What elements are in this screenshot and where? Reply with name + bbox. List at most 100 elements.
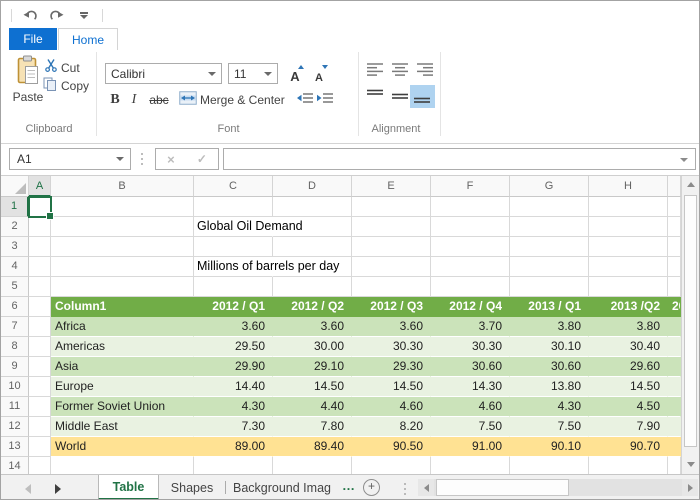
horizontal-scrollbar-thumb[interactable]	[436, 479, 569, 496]
cell-A6[interactable]	[29, 297, 51, 317]
col-header-F[interactable]: F	[431, 176, 510, 197]
cell-D8[interactable]: 30.00	[273, 337, 352, 357]
cell-B2[interactable]	[51, 217, 194, 237]
cell-E14[interactable]	[352, 457, 431, 474]
cell-B7[interactable]: Africa	[51, 317, 194, 337]
cell-D5[interactable]	[273, 277, 352, 297]
cell-F4[interactable]	[431, 257, 510, 277]
fill-handle[interactable]	[46, 212, 54, 220]
cell-H12[interactable]: 7.90	[589, 417, 668, 437]
cell-C12[interactable]: 7.30	[194, 417, 273, 437]
cell-I4[interactable]	[668, 257, 681, 277]
cell-H6[interactable]: 2013 /Q2	[589, 297, 668, 317]
decrease-font-size-button[interactable]: A	[308, 63, 330, 84]
cell-F2[interactable]	[431, 217, 510, 237]
cell-A10[interactable]	[29, 377, 51, 397]
cell-E5[interactable]	[352, 277, 431, 297]
cell-A9[interactable]	[29, 357, 51, 377]
font-size-combobox[interactable]: 11	[228, 63, 278, 84]
enter-icon[interactable]: ✓	[197, 152, 207, 166]
cell-G14[interactable]	[510, 457, 589, 474]
cell-G2[interactable]	[510, 217, 589, 237]
row-header-9[interactable]: 9	[1, 357, 29, 377]
cell-B11[interactable]: Former Soviet Union	[51, 397, 194, 417]
paste-button[interactable]: Paste	[9, 55, 47, 119]
cell-F14[interactable]	[431, 457, 510, 474]
middle-align-button[interactable]	[392, 89, 409, 104]
cell-I9[interactable]	[668, 357, 681, 377]
scroll-right-icon[interactable]	[682, 479, 698, 496]
cell-E7[interactable]: 3.60	[352, 317, 431, 337]
cell-G1[interactable]	[510, 197, 589, 217]
merge-and-center-button[interactable]: Merge & Center	[179, 89, 288, 111]
cell-C11[interactable]: 4.30	[194, 397, 273, 417]
cell-H9[interactable]: 29.60	[589, 357, 668, 377]
col-header-G[interactable]: G	[510, 176, 589, 197]
cell-D3[interactable]	[273, 237, 352, 257]
expand-formula-bar-icon[interactable]	[680, 158, 688, 162]
cell-G12[interactable]: 7.50	[510, 417, 589, 437]
cell-I11[interactable]	[668, 397, 681, 417]
cell-H7[interactable]: 3.80	[589, 317, 668, 337]
cell-G7[interactable]: 3.80	[510, 317, 589, 337]
row-header-10[interactable]: 10	[1, 377, 29, 397]
cell-E11[interactable]: 4.60	[352, 397, 431, 417]
cell-D6[interactable]: 2012 / Q2	[273, 297, 352, 317]
cell-I8[interactable]	[668, 337, 681, 357]
cell-A5[interactable]	[29, 277, 51, 297]
cell-F12[interactable]: 7.50	[431, 417, 510, 437]
cell-C7[interactable]: 3.60	[194, 317, 273, 337]
cell-G11[interactable]: 4.30	[510, 397, 589, 417]
row-header-13[interactable]: 13	[1, 437, 29, 457]
cell-C2[interactable]: Global Oil Demand	[194, 217, 303, 237]
col-header-A[interactable]: A	[29, 176, 51, 197]
cell-I13[interactable]	[668, 437, 681, 457]
col-header-D[interactable]: D	[273, 176, 352, 197]
cell-C4[interactable]: Millions of barrels per day	[194, 257, 339, 277]
cell-H11[interactable]: 4.50	[589, 397, 668, 417]
align-left-button[interactable]	[367, 62, 384, 77]
row-header-6[interactable]: 6	[1, 297, 29, 317]
increase-indent-button[interactable]	[317, 92, 335, 108]
font-name-combobox[interactable]: Calibri	[105, 63, 222, 84]
tab-home[interactable]: Home	[58, 28, 118, 51]
cell-D11[interactable]: 4.40	[273, 397, 352, 417]
vertical-scrollbar[interactable]	[681, 176, 699, 474]
cell-B13[interactable]: World	[51, 437, 194, 457]
cell-F6[interactable]: 2012 / Q4	[431, 297, 510, 317]
cell-I5[interactable]	[668, 277, 681, 297]
cell-H4[interactable]	[589, 257, 668, 277]
select-all-button[interactable]	[1, 176, 29, 197]
cut-button[interactable]: Cut	[45, 59, 80, 76]
cell-F10[interactable]: 14.30	[431, 377, 510, 397]
cell-E6[interactable]: 2012 / Q3	[352, 297, 431, 317]
row-header-5[interactable]: 5	[1, 277, 29, 297]
cell-G3[interactable]	[510, 237, 589, 257]
name-box[interactable]: A1	[9, 148, 131, 170]
row-header-14[interactable]: 14	[1, 457, 29, 474]
copy-button[interactable]: Copy	[43, 77, 89, 94]
cell-C8[interactable]: 29.50	[194, 337, 273, 357]
cell-C6[interactable]: 2012 / Q1	[194, 297, 273, 317]
cell-F9[interactable]: 30.60	[431, 357, 510, 377]
cell-D13[interactable]: 89.40	[273, 437, 352, 457]
cell-B5[interactable]	[51, 277, 194, 297]
redo-icon[interactable]	[48, 7, 66, 23]
cell-H3[interactable]	[589, 237, 668, 257]
cell-E4[interactable]	[352, 257, 431, 277]
cell-I1[interactable]	[668, 197, 681, 217]
cell-F3[interactable]	[431, 237, 510, 257]
sheet-nav-left-icon[interactable]	[25, 484, 31, 494]
cell-H10[interactable]: 14.50	[589, 377, 668, 397]
cell-E2[interactable]	[352, 217, 431, 237]
cell-D9[interactable]: 29.10	[273, 357, 352, 377]
more-sheets-indicator[interactable]: …	[342, 478, 355, 493]
cell-B14[interactable]	[51, 457, 194, 474]
scroll-left-icon[interactable]	[418, 479, 434, 496]
cell-E1[interactable]	[352, 197, 431, 217]
cell-D10[interactable]: 14.50	[273, 377, 352, 397]
cell-G4[interactable]	[510, 257, 589, 277]
bottom-align-button[interactable]	[414, 89, 431, 104]
cell-E10[interactable]: 14.50	[352, 377, 431, 397]
undo-icon[interactable]	[21, 7, 39, 23]
